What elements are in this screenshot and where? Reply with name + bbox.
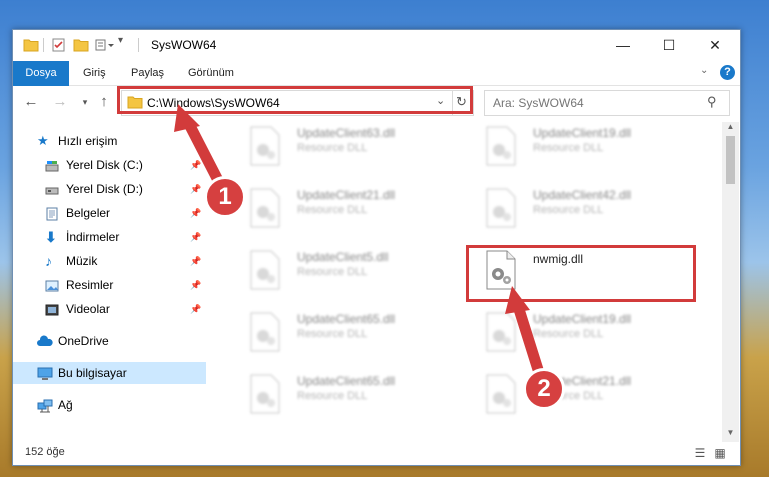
step-2-badge: 2	[523, 368, 565, 410]
annotation-arrows	[174, 104, 546, 382]
arrow-2	[505, 286, 546, 382]
step-1-badge: 1	[204, 176, 246, 218]
